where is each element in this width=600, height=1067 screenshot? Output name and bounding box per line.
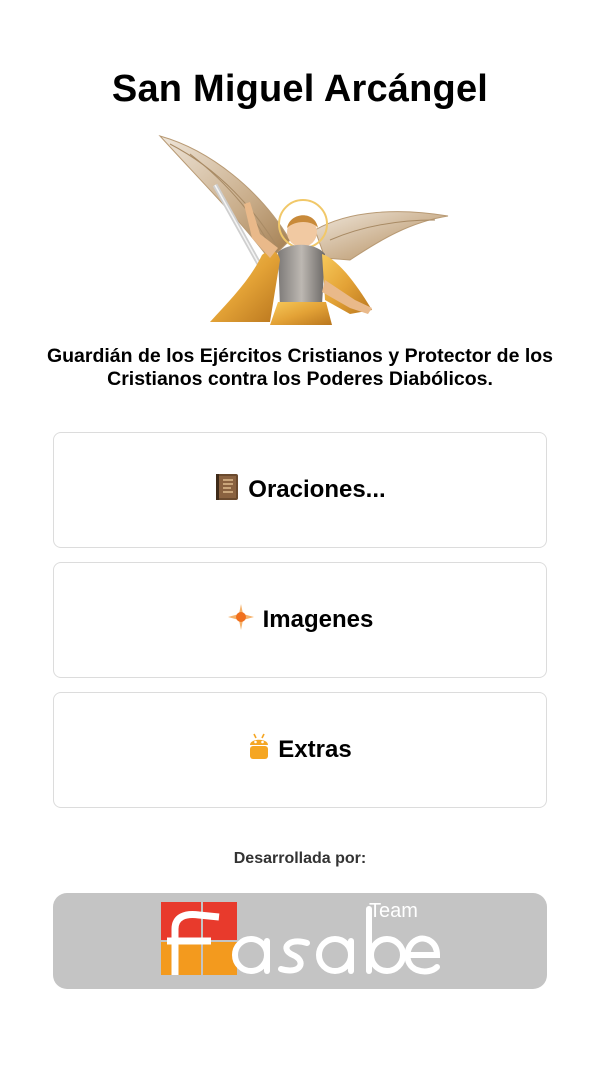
archangel-illustration: [158, 135, 449, 325]
page-title: San Miguel Arcángel: [111, 68, 489, 110]
developer-logo-banner[interactable]: Team: [53, 893, 547, 989]
images-button[interactable]: Imagenes: [53, 562, 547, 678]
developed-by-label: Desarrollada por:: [233, 850, 367, 867]
sparkle-icon: [227, 603, 255, 638]
images-button-label: Imagenes: [262, 606, 374, 633]
archangel-image: [150, 130, 450, 325]
subtitle-text: Guardián de los Ejércitos Cristianos y P…: [46, 345, 554, 390]
prayers-button[interactable]: Oraciones...: [53, 432, 547, 548]
book-icon: [214, 473, 240, 508]
extras-button-label: Extras: [278, 736, 352, 763]
android-icon: [248, 733, 270, 768]
team-text: Team: [369, 900, 418, 922]
prayers-button-label: Oraciones...: [248, 476, 386, 503]
fasabe-team-logo: Team: [161, 900, 441, 975]
extras-button[interactable]: Extras: [53, 692, 547, 808]
